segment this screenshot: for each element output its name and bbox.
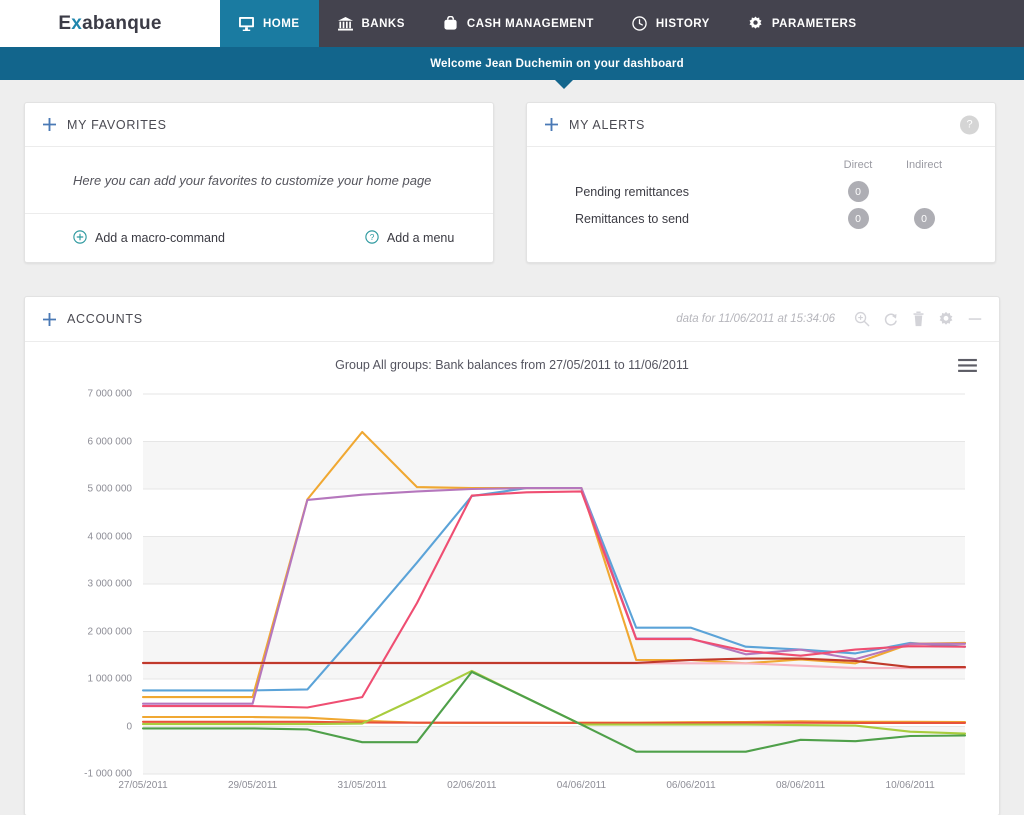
accounts-title: ACCOUNTS: [67, 312, 143, 326]
nav-label-home: HOME: [263, 17, 300, 30]
brand-logo[interactable]: Exabanque: [0, 0, 220, 47]
nav-label-banks: BANKS: [361, 17, 405, 30]
trash-icon[interactable]: [912, 311, 925, 327]
x-axis-tick-label: 10/06/2011: [885, 780, 935, 791]
welcome-bar: Welcome Jean Duchemin on your dashboard: [0, 47, 1024, 89]
top-navigation-bar: Exabanque HOME BANKS CASH MANAGEMENT HIS…: [0, 0, 1024, 47]
clock-icon: [632, 16, 647, 31]
nav-label-history: HISTORY: [655, 17, 710, 30]
favorites-hint: Here you can add your favorites to custo…: [73, 172, 432, 188]
alerts-table: Direct Indirect Pending remittances 0 Re…: [527, 159, 995, 232]
chart-band: [143, 536, 965, 584]
add-macro-command-label: Add a macro-command: [95, 231, 225, 245]
move-handle-icon[interactable]: [43, 312, 56, 326]
accounts-chart: Group All groups: Bank balances from 27/…: [25, 342, 999, 815]
chart-plot-area[interactable]: 7 000 000 6 000 000 5 000 000 4 000 000 3 00…: [84, 389, 967, 791]
zoom-in-icon[interactable]: [854, 311, 870, 327]
favorites-actions: Add a macro-command ? Add a menu: [25, 214, 493, 262]
alerts-title: MY ALERTS: [569, 117, 646, 132]
favorites-widget: MY FAVORITES Here you can add your favor…: [24, 102, 494, 263]
add-menu-label: Add a menu: [386, 231, 455, 245]
alerts-body: Direct Indirect Pending remittances 0 Re…: [527, 147, 995, 252]
gear-icon[interactable]: [938, 311, 954, 327]
favorites-title: MY FAVORITES: [67, 117, 167, 132]
chart-band: [143, 441, 965, 489]
monitor-icon: [239, 16, 254, 31]
favorites-header: MY FAVORITES: [25, 103, 493, 147]
minimize-icon[interactable]: [967, 311, 983, 327]
x-axis-tick-label: 27/05/2011: [118, 780, 168, 791]
widget-row-top: MY FAVORITES Here you can add your favor…: [24, 102, 1000, 263]
dashboard-page: MY FAVORITES Here you can add your favor…: [0, 80, 1024, 815]
alerts-column-direct: Direct: [843, 159, 873, 171]
plus-circle-icon: [73, 229, 87, 247]
alert-row-label: Pending remittances: [575, 184, 689, 199]
svg-text:?: ?: [370, 232, 375, 242]
alerts-column-indirect: Indirect: [905, 159, 943, 171]
nav-item-parameters[interactable]: PARAMETERS: [729, 0, 876, 47]
help-button[interactable]: ?: [960, 115, 979, 134]
nav-item-history[interactable]: HISTORY: [613, 0, 729, 47]
status-badge[interactable]: 0: [847, 208, 869, 229]
accounts-toolbar: data for 11/06/2011 at 15:34:06: [676, 311, 983, 327]
alert-row-indirect: 0: [891, 205, 957, 232]
y-axis-tick-label: 5 000 000: [87, 483, 133, 495]
y-axis-tick-label: 3 000 000: [87, 578, 133, 590]
alerts-widget: MY ALERTS ? Direct Indirect Pending remi…: [526, 102, 996, 263]
move-handle-icon[interactable]: [545, 118, 558, 131]
chart-title: Group All groups: Bank balances from 27/…: [335, 358, 689, 372]
question-circle-icon: ?: [365, 229, 379, 247]
x-axis-tick-label: 29/05/2011: [227, 780, 278, 791]
status-badge[interactable]: 0: [847, 181, 869, 202]
y-axis-tick-label: 0: [126, 721, 132, 732]
y-axis-tick-label: 6 000 000: [87, 436, 133, 447]
refresh-icon[interactable]: [883, 311, 899, 327]
chart-series-line[interactable]: [141, 669, 967, 735]
accounts-data-timestamp: data for 11/06/2011 at 15:34:06: [676, 313, 835, 325]
alert-row-direct: 0: [825, 205, 891, 232]
alert-row-label: Remittances to send: [575, 211, 689, 226]
nav-label-parameters: PARAMETERS: [771, 17, 857, 30]
chart-svg: [141, 393, 967, 775]
x-axis-tick-label: 08/06/2011: [775, 780, 826, 791]
y-axis-tick-label: 7 000 000: [87, 388, 133, 400]
nav-item-home[interactable]: HOME: [220, 0, 319, 47]
add-macro-command-button[interactable]: Add a macro-command: [73, 229, 225, 247]
purse-icon: [443, 16, 458, 31]
alerts-header: MY ALERTS ?: [527, 103, 995, 147]
chart-band: [143, 726, 965, 774]
chart-plot-host: 7 000 000 6 000 000 5 000 000 4 000 000 3 00…: [25, 384, 999, 815]
y-axis-tick-label: 1 000 000: [87, 673, 133, 685]
x-axis-tick-label: 04/06/2011: [556, 780, 607, 791]
y-axis-tick-label: 2 000 000: [87, 626, 133, 637]
welcome-message: Welcome Jean Duchemin on your dashboard: [430, 57, 684, 70]
move-handle-icon[interactable]: [43, 118, 56, 131]
accounts-header: ACCOUNTS data for 11/06/2011 at 15:34:06: [25, 297, 999, 342]
chart-series-line[interactable]: [141, 720, 967, 724]
status-badge[interactable]: 0: [913, 208, 935, 229]
nav-label-cash-management: CASH MANAGEMENT: [466, 17, 594, 30]
accounts-widget: ACCOUNTS data for 11/06/2011 at 15:34:06: [24, 296, 1000, 815]
x-axis-tick-label: 02/06/2011: [447, 780, 497, 791]
add-menu-button[interactable]: ? Add a menu: [365, 229, 455, 247]
gear-icon: [748, 16, 763, 31]
hamburger-menu-icon[interactable]: [958, 358, 977, 378]
nav-items: HOME BANKS CASH MANAGEMENT HISTORY PARAM: [220, 0, 876, 47]
y-axis-tick-label: 4 000 000: [87, 531, 133, 542]
x-axis-tick-label: 31/05/2011: [337, 780, 387, 791]
x-axis-tick-label: 06/06/2011: [666, 780, 716, 791]
nav-item-banks[interactable]: BANKS: [319, 0, 424, 47]
nav-item-cash-management[interactable]: CASH MANAGEMENT: [424, 0, 613, 47]
favorites-body: Here you can add your favorites to custo…: [25, 147, 493, 214]
alert-row-direct: 0: [825, 178, 891, 205]
brand-logo-text: Exabanque: [58, 12, 162, 34]
bank-icon: [337, 16, 353, 31]
